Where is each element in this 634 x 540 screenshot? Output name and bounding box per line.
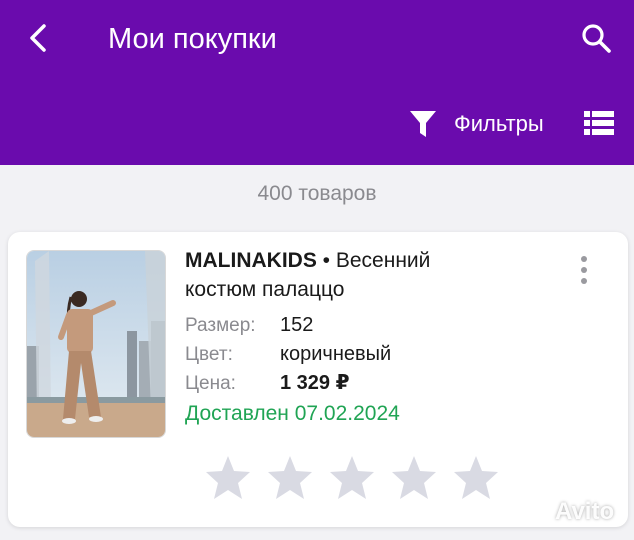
delivery-status: Доставлен 07.02.2024 — [185, 402, 400, 425]
price-value: 1 329 ₽ — [280, 372, 350, 394]
items-count: 400 товаров — [257, 182, 377, 205]
chevron-left-icon — [30, 24, 46, 52]
back-button[interactable] — [18, 18, 58, 58]
product-image[interactable] — [26, 250, 166, 438]
more-vertical-icon — [581, 256, 587, 284]
list-view-icon — [584, 111, 614, 135]
watermark-text: Avito — [555, 498, 615, 525]
app-header: Мои покупки Фильтры — [0, 0, 634, 165]
size-row: Размер: 152 — [185, 312, 313, 339]
filter-funnel-icon — [410, 111, 436, 137]
product-brand: MALINAKIDS — [185, 249, 317, 272]
more-options-button[interactable] — [574, 252, 594, 288]
purchase-card[interactable]: MALINAKIDS • Весенний костюм палаццо Раз… — [8, 232, 628, 527]
list-view-button[interactable] — [582, 106, 616, 140]
star-icon[interactable] — [390, 454, 438, 502]
rating-stars — [204, 454, 514, 502]
filters-label: Фильтры — [454, 111, 544, 136]
star-icon[interactable] — [204, 454, 252, 502]
color-row: Цвет: коричневый — [185, 341, 391, 368]
star-icon[interactable] — [266, 454, 314, 502]
avito-logo-icon — [522, 500, 549, 524]
price-label: Цена: — [185, 373, 236, 394]
product-name-line1: Весенний — [335, 249, 431, 272]
color-label: Цвет: — [185, 344, 233, 365]
star-icon[interactable] — [328, 454, 376, 502]
product-name-line2: костюм палаццо — [185, 278, 345, 301]
title-separator: • — [316, 249, 336, 272]
search-button[interactable] — [576, 18, 616, 58]
price-row: Цена: 1 329 ₽ — [185, 370, 350, 397]
avito-watermark: Avito — [522, 498, 614, 526]
product-title[interactable]: MALINAKIDS • Весенний костюм палаццо — [185, 246, 525, 304]
star-icon[interactable] — [452, 454, 500, 502]
product-photo — [27, 251, 165, 437]
size-value: 152 — [280, 314, 314, 336]
filters-button[interactable]: Фильтры — [408, 104, 544, 144]
page-title: Мои покупки — [108, 23, 277, 55]
size-label: Размер: — [185, 315, 256, 336]
search-icon — [582, 24, 611, 53]
color-value: коричневый — [280, 343, 392, 365]
